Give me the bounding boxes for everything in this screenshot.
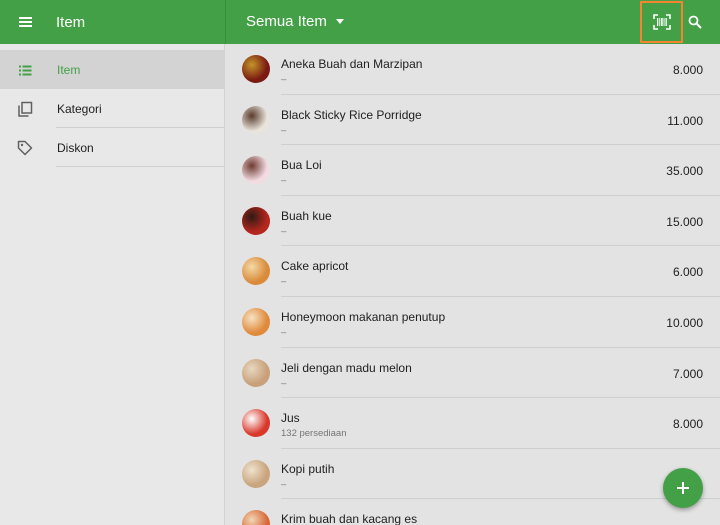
item-name: Kopi putih xyxy=(281,461,335,476)
item-price: 10.000 xyxy=(666,315,703,330)
item-thumbnail xyxy=(242,459,270,488)
tag-icon xyxy=(17,140,33,156)
item-stock: – xyxy=(281,175,287,187)
item-stock: – xyxy=(281,124,287,136)
item-name: Buah kue xyxy=(281,208,332,223)
item-name: Cake apricot xyxy=(281,259,349,274)
filter-label: Semua Item xyxy=(246,13,327,30)
list-icon xyxy=(19,65,32,76)
item-row[interactable]: Buah kue – 15.000 xyxy=(226,196,720,247)
item-price: 35.000 xyxy=(666,164,703,179)
item-stock: – xyxy=(281,225,287,237)
item-stock: 132 persediaan xyxy=(281,428,347,440)
item-thumbnail xyxy=(242,105,270,134)
item-price: 8.000 xyxy=(672,417,703,432)
item-row[interactable]: Aneka Buah dan Marzipan – 8.000 xyxy=(226,44,720,95)
search-button[interactable] xyxy=(683,10,707,34)
item-thumbnail xyxy=(242,358,270,387)
item-thumbnail xyxy=(242,206,270,235)
barcode-scan-icon xyxy=(652,14,671,30)
item-stock: – xyxy=(281,478,287,490)
item-row[interactable]: Honeymoon makanan penutup – 10.000 xyxy=(226,297,720,348)
item-name: Aneka Buah dan Marzipan xyxy=(281,57,423,71)
item-thumbnail xyxy=(242,409,270,438)
item-thumbnail xyxy=(242,257,270,286)
item-filter-dropdown[interactable]: Semua Item xyxy=(246,13,344,30)
appbar-divider xyxy=(225,0,226,44)
sidebar-item-label: Item xyxy=(57,62,81,77)
item-row[interactable]: Jeli dengan madu melon – 7.000 xyxy=(226,348,720,399)
sidebar-item-label: Kategori xyxy=(57,101,102,116)
sidebar-item-item[interactable]: Item xyxy=(0,50,224,89)
item-name: Krim buah dan kacang es xyxy=(281,512,418,525)
item-name: Jus xyxy=(281,411,300,426)
item-thumbnail xyxy=(242,307,270,336)
item-stock: – xyxy=(281,74,287,85)
add-item-button[interactable] xyxy=(663,468,703,508)
item-thumbnail xyxy=(242,55,270,83)
item-name: Black Sticky Rice Porridge xyxy=(281,107,422,122)
copy-icon xyxy=(18,101,33,117)
item-row[interactable]: Cake apricot – 6.000 xyxy=(226,246,720,297)
item-price: 7.000 xyxy=(672,366,703,381)
sidebar-item-label: Diskon xyxy=(57,140,94,155)
item-stock: – xyxy=(281,326,287,338)
app-bar: Item Semua Item xyxy=(0,0,720,44)
search-icon xyxy=(688,15,702,29)
item-price: 8.000 xyxy=(672,63,703,77)
plus-icon-stem xyxy=(682,482,684,494)
item-price: 11.000 xyxy=(667,113,703,128)
item-price: 6.000 xyxy=(672,265,703,280)
item-list: Aneka Buah dan Marzipan – 8.000 Black Stick… xyxy=(226,44,720,525)
item-name: Jeli dengan madu melon xyxy=(281,360,412,375)
dropdown-caret-icon xyxy=(335,19,344,24)
item-name: Bua Loi xyxy=(281,158,322,173)
item-row[interactable]: Kopi putih – xyxy=(226,449,720,500)
item-row[interactable]: Jus 132 persediaan 8.000 xyxy=(226,398,720,449)
item-stock: – xyxy=(281,276,287,288)
item-name: Honeymoon makanan penutup xyxy=(281,309,446,324)
item-price: 15.000 xyxy=(666,214,703,229)
item-thumbnail xyxy=(242,156,270,185)
sidebar-item-kategori[interactable]: Kategori xyxy=(0,89,224,128)
sidebar-divider xyxy=(56,166,224,167)
item-thumbnail xyxy=(242,510,270,525)
item-row[interactable]: Krim buah dan kacang es xyxy=(226,499,720,525)
sidebar: Item Kategori Diskon xyxy=(0,44,225,525)
app-title: Item xyxy=(56,14,86,31)
item-row[interactable]: Black Sticky Rice Porridge – 11.000 xyxy=(226,95,720,146)
item-stock: – xyxy=(281,377,287,389)
hamburger-menu-icon[interactable] xyxy=(14,11,38,33)
item-row[interactable]: Bua Loi – 35.000 xyxy=(226,145,720,196)
barcode-scan-button[interactable] xyxy=(640,1,683,43)
sidebar-item-diskon[interactable]: Diskon xyxy=(0,128,224,167)
